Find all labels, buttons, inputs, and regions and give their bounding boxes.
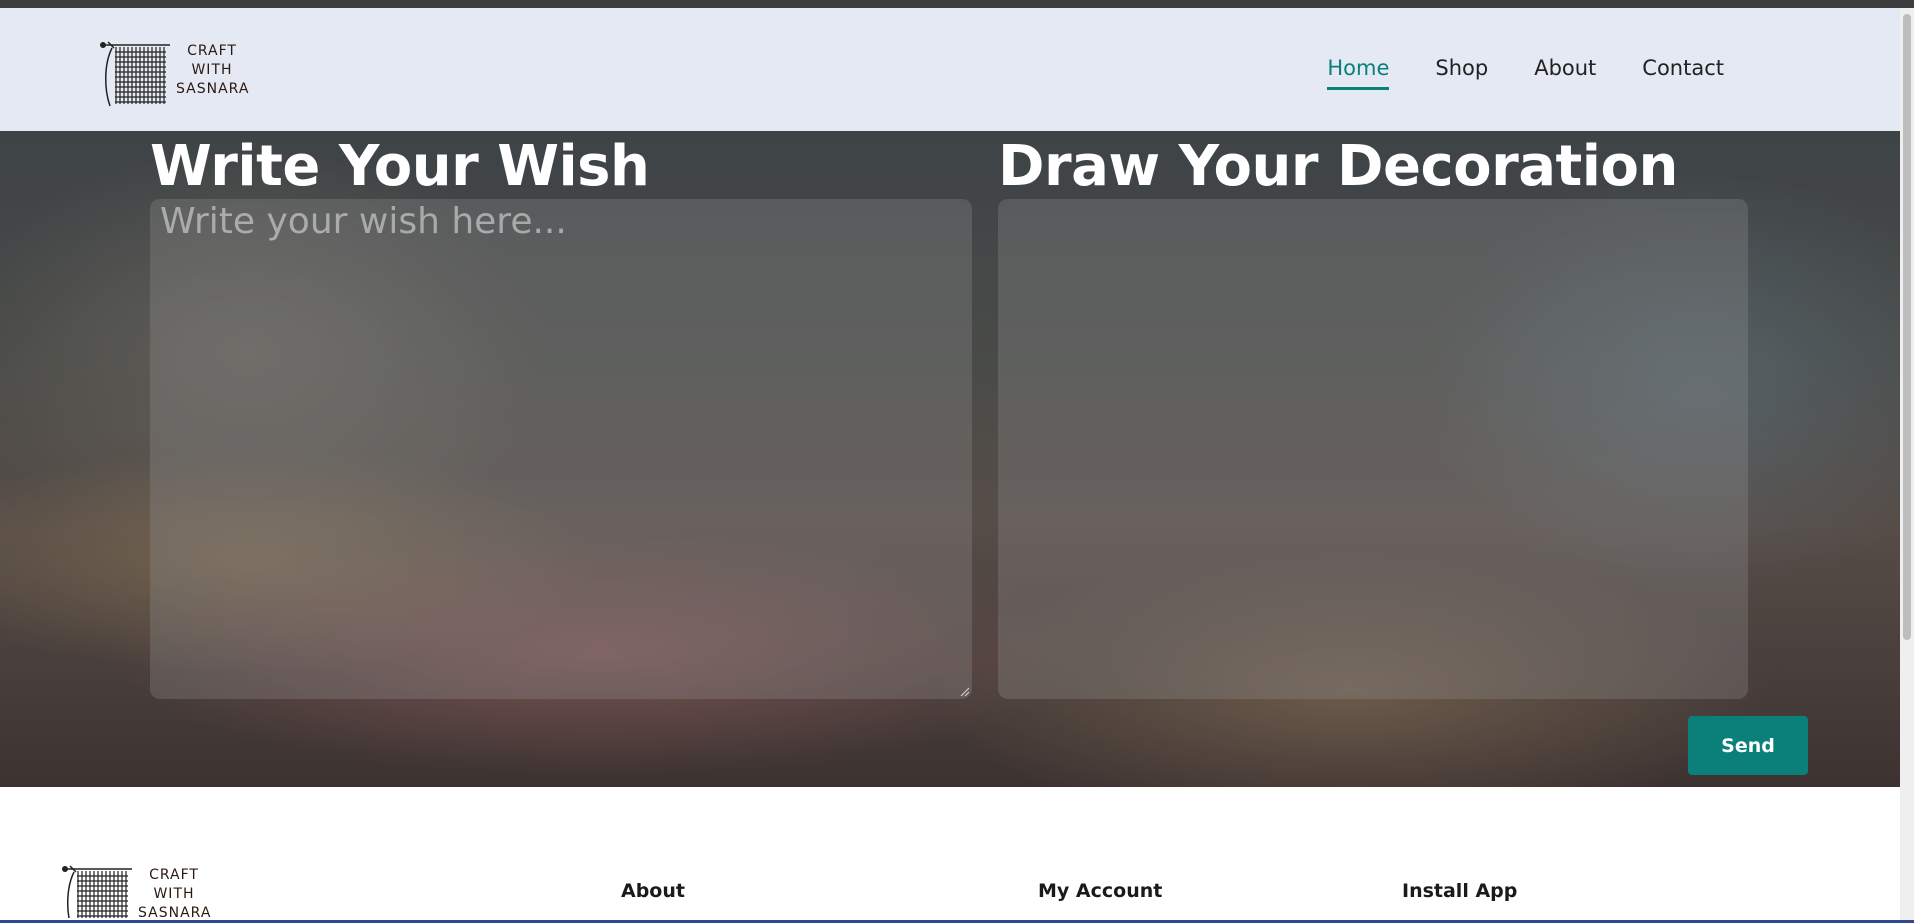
logo-line: WITH: [153, 886, 195, 902]
scrollbar-thumb[interactable]: [1903, 14, 1911, 640]
site-footer: CRAFT WITH SASNARA About My Account Inst…: [0, 787, 1900, 920]
footer-logo-text: CRAFT WITH SASNARA: [138, 866, 210, 918]
browser-top-strip: [0, 0, 1914, 8]
footer-heading-install-app: Install App: [1402, 880, 1518, 902]
nav-item-shop[interactable]: Shop: [1435, 56, 1488, 84]
logo-line: CRAFT: [149, 867, 199, 883]
footer-logo[interactable]: CRAFT WITH SASNARA: [62, 858, 212, 918]
footer-heading-about: About: [621, 880, 685, 902]
logo-line: SASNARA: [176, 81, 250, 97]
wish-textarea[interactable]: [150, 199, 972, 699]
site-logo[interactable]: CRAFT WITH SASNARA: [100, 34, 250, 108]
wish-title: Write Your Wish: [150, 134, 650, 199]
hero-section: Write Your Wish Draw Your Decoration Sen…: [0, 131, 1900, 787]
nav-item-home[interactable]: Home: [1327, 56, 1390, 90]
nav-item-contact[interactable]: Contact: [1642, 56, 1724, 84]
loom-logo-icon: [100, 41, 170, 107]
page-scrollbar[interactable]: [1900, 8, 1914, 920]
loom-logo-icon: [62, 865, 132, 918]
logo-line: CRAFT: [187, 43, 237, 59]
footer-heading-my-account: My Account: [1038, 880, 1163, 902]
site-header: CRAFT WITH SASNARA Home Shop About Conta…: [0, 8, 1900, 131]
logo-line: WITH: [191, 62, 233, 78]
drawing-canvas[interactable]: [998, 199, 1748, 699]
resize-handle-icon[interactable]: [960, 687, 970, 697]
draw-title: Draw Your Decoration: [998, 134, 1678, 199]
send-button[interactable]: Send: [1688, 716, 1808, 775]
logo-line: SASNARA: [138, 905, 212, 918]
logo-text: CRAFT WITH SASNARA: [176, 42, 248, 99]
main-nav: Home Shop About Contact: [1327, 56, 1724, 90]
nav-item-about[interactable]: About: [1534, 56, 1596, 84]
